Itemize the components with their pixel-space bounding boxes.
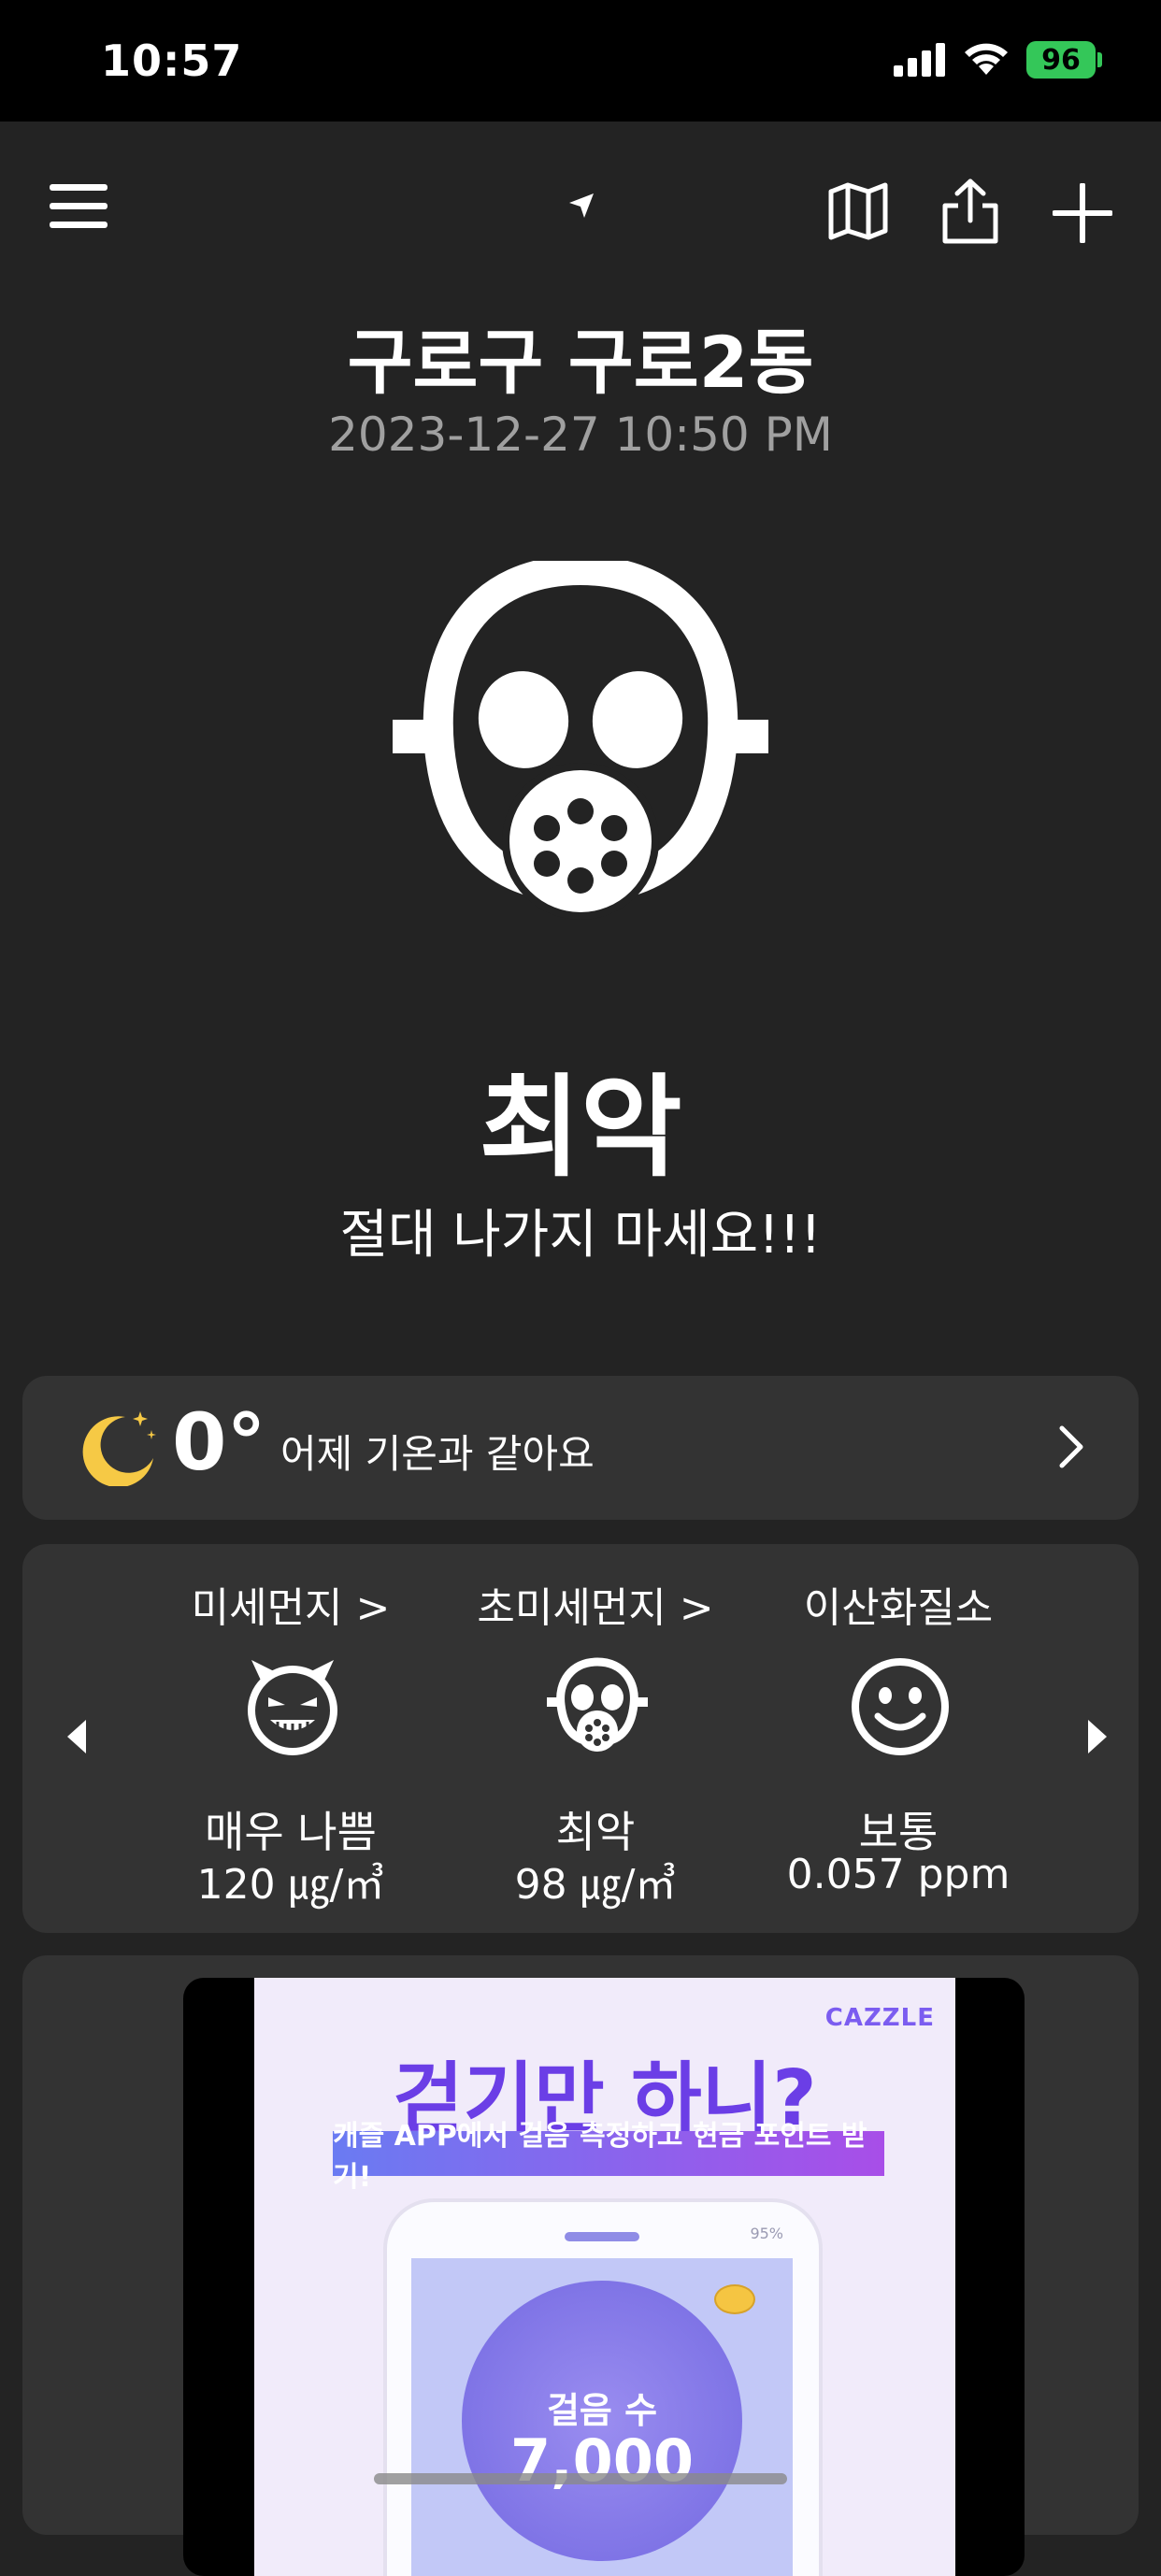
- smiley-face-icon: [852, 1658, 949, 1755]
- coin-icon: [714, 2284, 755, 2314]
- phone-status: 95%: [750, 2225, 783, 2242]
- steps-value: 7,000: [509, 2426, 695, 2495]
- moon-icon: [82, 1411, 156, 1486]
- no2-label: 이산화질소: [803, 1584, 994, 1632]
- pm10-column[interactable]: 미세먼지 > 매우 나쁨 120 ㎍/㎥: [141, 1544, 440, 1933]
- plus-icon: [1053, 183, 1112, 243]
- pm25-value: 98 ㎍/㎥: [514, 1861, 677, 1909]
- air-quality-card: 미세먼지 > 매우 나쁨 120 ㎍/㎥ 초미세먼지 > 최악 98 ㎍/㎥ 이…: [22, 1544, 1139, 1933]
- chevron-right-icon: [1059, 1425, 1083, 1468]
- menu-button[interactable]: [45, 178, 112, 236]
- no2-value: 0.057 ppm: [786, 1851, 1010, 1898]
- location-name: 구로구 구로2동: [347, 321, 814, 404]
- gas-mask-icon: [393, 561, 768, 920]
- signal-icon: [894, 43, 945, 77]
- ad-subline: 캐즐 APP에서 걸음 측정하고 현금 포인트 받기!: [333, 2120, 884, 2194]
- next-arrow-icon[interactable]: [1081, 1716, 1112, 1757]
- ad-content: CAZZLE 걷기만 하니? 캐즐 APP에서 걸음 측정하고 현금 포인트 받…: [254, 1978, 955, 2576]
- status-bar: 10:57 96: [0, 0, 1161, 122]
- pm10-label: 미세먼지 >: [191, 1584, 391, 1632]
- map-button[interactable]: [823, 176, 894, 247]
- share-button[interactable]: [933, 172, 1008, 250]
- battery-cap: [1097, 52, 1102, 67]
- location-arrow-icon: [569, 193, 594, 218]
- ad-banner[interactable]: CAZZLE 걷기만 하니? 캐즐 APP에서 걸음 측정하고 현금 포인트 받…: [183, 1978, 1025, 2576]
- no2-column[interactable]: 이산화질소 보통 0.057 ppm: [749, 1544, 1048, 1933]
- phone-illustration: 95% 걸음 수 7,000: [383, 2198, 823, 2576]
- weather-card[interactable]: 0° 어제 기온과 같아요: [22, 1376, 1139, 1520]
- ad-card: CAZZLE 걷기만 하니? 캐즐 APP에서 걸음 측정하고 현금 포인트 받…: [22, 1955, 1139, 2576]
- pm25-label: 초미세먼지 >: [477, 1584, 714, 1632]
- devil-face-icon: [248, 1660, 337, 1755]
- gas-mask-icon: [547, 1657, 648, 1752]
- steps-circle: 걸음 수 7,000: [462, 2281, 742, 2561]
- phone-speaker: [565, 2232, 639, 2241]
- current-location-button[interactable]: [561, 185, 602, 226]
- home-indicator: [374, 2473, 787, 2484]
- battery-level: 96: [1041, 43, 1081, 77]
- share-icon: [942, 179, 998, 244]
- temperature-comparison: 어제 기온과 같아요: [280, 1431, 595, 1477]
- air-quality-grade: 최악: [479, 1063, 682, 1192]
- steps-label: 걸음 수: [546, 2390, 658, 2431]
- measurement-datetime: 2023-12-27 10:50 PM: [328, 408, 833, 462]
- temperature: 0°: [172, 1396, 266, 1488]
- hamburger-menu-icon: [50, 184, 108, 228]
- map-icon: [828, 182, 888, 240]
- pm25-column[interactable]: 초미세먼지 > 최악 98 ㎍/㎥: [446, 1544, 745, 1933]
- air-quality-message: 절대 나가지 마세요!!!: [339, 1205, 822, 1266]
- ad-brand: CAZZLE: [824, 2004, 935, 2032]
- pm10-value: 120 ㎍/㎥: [196, 1861, 385, 1909]
- phone-screen: 걸음 수 7,000: [411, 2258, 793, 2576]
- previous-arrow-icon[interactable]: [62, 1716, 93, 1757]
- battery-indicator: 96: [1026, 41, 1096, 79]
- wifi-icon: [965, 43, 1008, 75]
- add-location-button[interactable]: [1045, 176, 1120, 250]
- status-time: 10:57: [101, 36, 243, 86]
